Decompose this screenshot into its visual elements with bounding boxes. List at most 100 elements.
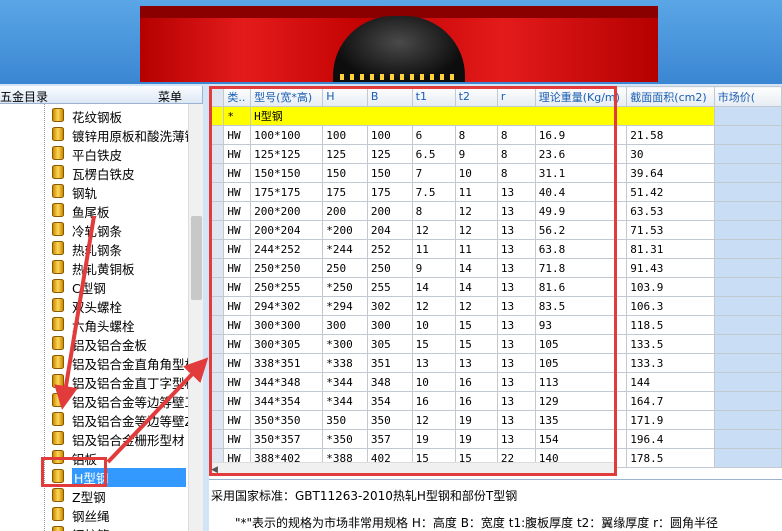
- table-cell[interactable]: 250*250: [250, 258, 324, 278]
- column-header[interactable]: t1: [411, 86, 456, 107]
- price-cell[interactable]: [713, 201, 782, 221]
- table-cell[interactable]: 175*175: [250, 182, 324, 202]
- table-row[interactable]: HW 344*348 *344 348 10 16 13 113 144: [209, 372, 782, 392]
- table-cell[interactable]: 16: [454, 391, 498, 411]
- table-cell[interactable]: HW: [223, 391, 252, 411]
- table-cell[interactable]: 103.9: [626, 277, 715, 297]
- table-cell[interactable]: HW: [223, 258, 252, 278]
- table-row[interactable]: HW 244*252 *244 252 11 11 13 63.8 81.31: [209, 239, 782, 259]
- row-header[interactable]: [209, 239, 225, 259]
- tree-item[interactable]: 镀锌用原板和酸洗薄钢: [52, 124, 188, 144]
- table-cell[interactable]: 12: [454, 220, 498, 240]
- tree-item[interactable]: 热轧钢条: [52, 238, 188, 258]
- row-header[interactable]: [209, 296, 225, 316]
- price-cell[interactable]: [713, 353, 782, 373]
- group-row[interactable]: * H型钢: [209, 106, 782, 126]
- table-cell[interactable]: HW: [223, 125, 252, 145]
- table-cell[interactable]: 113: [534, 372, 628, 392]
- table-cell[interactable]: HW: [223, 144, 252, 164]
- table-cell[interactable]: 14: [454, 277, 498, 297]
- tree-item[interactable]: 铝及铝合金栅形型材: [52, 428, 188, 448]
- table-cell[interactable]: 16.9: [534, 125, 628, 145]
- table-cell[interactable]: 91.43: [626, 258, 715, 278]
- price-cell[interactable]: [713, 182, 782, 202]
- table-cell[interactable]: 300: [322, 315, 368, 335]
- table-cell[interactable]: 164.7: [626, 391, 715, 411]
- price-cell[interactable]: [713, 448, 782, 468]
- table-cell[interactable]: 12: [454, 201, 498, 221]
- table-cell[interactable]: 344*348: [250, 372, 324, 392]
- price-cell[interactable]: [713, 429, 782, 449]
- row-header[interactable]: [209, 410, 225, 430]
- table-cell[interactable]: 300*305: [250, 334, 324, 354]
- tree-item[interactable]: 鱼尾板: [52, 200, 188, 220]
- table-cell[interactable]: 13: [496, 429, 536, 449]
- column-header[interactable]: r: [496, 86, 536, 107]
- tree-item[interactable]: 钢护管: [52, 523, 188, 531]
- price-cell[interactable]: [713, 372, 782, 392]
- table-cell[interactable]: *294: [322, 296, 368, 316]
- table-cell[interactable]: 12: [411, 410, 456, 430]
- table-cell[interactable]: 40.4: [534, 182, 628, 202]
- table-cell[interactable]: 100: [366, 125, 413, 145]
- table-cell[interactable]: 150: [322, 163, 368, 183]
- table-row[interactable]: HW 150*150 150 150 7 10 8 31.1 39.64: [209, 163, 782, 183]
- table-cell[interactable]: 125: [322, 144, 368, 164]
- tree-scrollbar[interactable]: [188, 104, 203, 531]
- column-header[interactable]: 类..: [223, 86, 252, 107]
- table-cell[interactable]: 200: [322, 201, 368, 221]
- table-cell[interactable]: 300: [366, 315, 413, 335]
- table-cell[interactable]: 8: [454, 125, 498, 145]
- table-cell[interactable]: 118.5: [626, 315, 715, 335]
- price-cell[interactable]: [713, 391, 782, 411]
- table-cell[interactable]: 8: [411, 201, 456, 221]
- grid-hscrollbar[interactable]: ◀: [209, 462, 617, 476]
- table-cell[interactable]: 23.6: [534, 144, 628, 164]
- price-cell[interactable]: [713, 277, 782, 297]
- table-cell[interactable]: 14: [454, 258, 498, 278]
- table-cell[interactable]: 13: [496, 391, 536, 411]
- table-cell[interactable]: 9: [454, 144, 498, 164]
- table-cell[interactable]: 30: [626, 144, 715, 164]
- table-cell[interactable]: 255: [366, 277, 413, 297]
- table-cell[interactable]: 350*350: [250, 410, 324, 430]
- column-header[interactable]: 理论重量(Kg/m): [534, 86, 628, 107]
- tree-item[interactable]: 铝及铝合金板: [52, 333, 188, 353]
- tree-item[interactable]: 双头螺栓: [52, 295, 188, 315]
- table-cell[interactable]: 196.4: [626, 429, 715, 449]
- table-cell[interactable]: 93: [534, 315, 628, 335]
- price-cell[interactable]: [713, 296, 782, 316]
- row-header[interactable]: [209, 277, 225, 297]
- menu-button[interactable]: 菜单: [158, 88, 182, 105]
- price-cell[interactable]: [713, 106, 782, 126]
- table-cell[interactable]: 6.5: [411, 144, 456, 164]
- table-cell[interactable]: 350*357: [250, 429, 324, 449]
- table-cell[interactable]: 129: [534, 391, 628, 411]
- table-row[interactable]: HW 250*255 *250 255 14 14 13 81.6 103.9: [209, 277, 782, 297]
- table-cell[interactable]: 15: [454, 334, 498, 354]
- table-cell[interactable]: *350: [322, 429, 368, 449]
- tree-item[interactable]: C型钢: [52, 276, 188, 296]
- scroll-left-icon[interactable]: ◀: [211, 465, 218, 475]
- table-cell[interactable]: *344: [322, 391, 368, 411]
- table-row[interactable]: HW 125*125 125 125 6.5 9 8 23.6 30: [209, 144, 782, 164]
- table-cell[interactable]: 200*200: [250, 201, 324, 221]
- table-cell[interactable]: 13: [496, 410, 536, 430]
- table-cell[interactable]: 63.8: [534, 239, 628, 259]
- table-cell[interactable]: 250: [366, 258, 413, 278]
- table-cell[interactable]: 10: [411, 372, 456, 392]
- table-cell[interactable]: 16: [411, 391, 456, 411]
- tree-item[interactable]: H型钢: [52, 466, 188, 487]
- table-cell[interactable]: 100*100: [250, 125, 324, 145]
- table-cell[interactable]: 300*300: [250, 315, 324, 335]
- table-cell[interactable]: 31.1: [534, 163, 628, 183]
- row-header[interactable]: [209, 201, 225, 221]
- table-cell[interactable]: 354: [366, 391, 413, 411]
- table-cell[interactable]: 200: [366, 201, 413, 221]
- table-row[interactable]: HW 175*175 175 175 7.5 11 13 40.4 51.42: [209, 182, 782, 202]
- row-header[interactable]: [209, 144, 225, 164]
- row-header[interactable]: [209, 429, 225, 449]
- column-header[interactable]: t2: [454, 86, 498, 107]
- table-cell[interactable]: 175: [322, 182, 368, 202]
- table-cell[interactable]: 250: [322, 258, 368, 278]
